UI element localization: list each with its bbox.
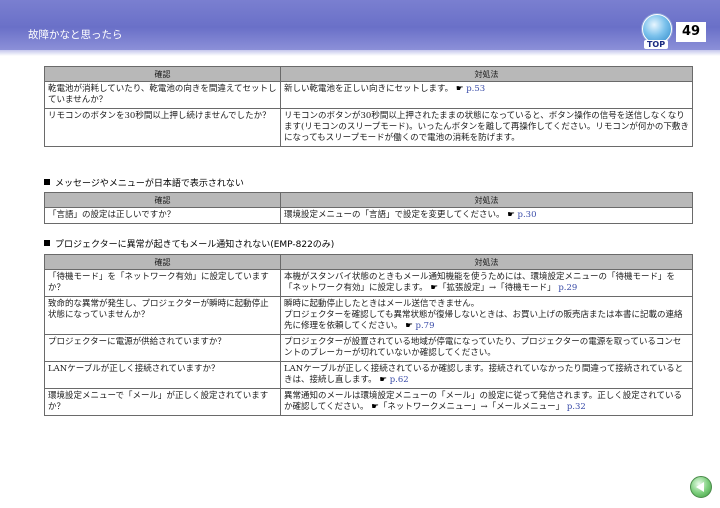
table-row: 環境設定メニューで「メール」が正しく設定されていますか？ 異常通知のメールは環境… bbox=[44, 388, 693, 416]
action-cell: 異常通知のメールは環境設定メニューの「メール」の設定に従って発信されます。正しく… bbox=[280, 388, 693, 416]
page-header bbox=[0, 0, 720, 50]
page-number: 49 bbox=[676, 22, 706, 42]
bullet-square-icon bbox=[44, 240, 50, 246]
action-cell: リモコンのボタンが30秒間以上押されたままの状態になっていると、ボタン操作の信号… bbox=[280, 108, 693, 147]
column-header-check: 確認 bbox=[44, 254, 281, 270]
table-header-row: 確認 対処法 bbox=[44, 192, 693, 208]
check-cell: 環境設定メニューで「メール」が正しく設定されていますか？ bbox=[44, 388, 281, 416]
section-heading-mail: プロジェクターに異常が起きてもメール通知されない(EMP-822のみ) bbox=[44, 237, 334, 250]
menu-path-text: 「ネットワークメニュー」→「メールメニュー」 bbox=[378, 402, 565, 412]
top-label: TOP bbox=[644, 40, 668, 49]
top-button[interactable]: TOP bbox=[640, 14, 672, 52]
table-row: リモコンのボタンを30秒間以上押し続けませんでしたか？ リモコンのボタンが30秒… bbox=[44, 108, 693, 147]
section-heading-language: メッセージやメニューが日本語で表示されない bbox=[44, 176, 244, 189]
table-row: 「待機モード」を「ネットワーク有効」に設定していますか？ 本機がスタンバイ状態の… bbox=[44, 269, 693, 297]
action-cell: 瞬時に起動停止したときはメール送信できません。 プロジェクターを確認しても異常状… bbox=[280, 296, 693, 335]
check-cell: 致命的な異常が発生し、プロジェクターが瞬時に起動停止状態になっていませんか？ bbox=[44, 296, 281, 335]
section-heading-text: プロジェクターに異常が起きてもメール通知されない(EMP-822のみ) bbox=[55, 240, 335, 250]
column-header-action: 対処法 bbox=[280, 66, 693, 82]
check-cell: リモコンのボタンを30秒間以上押し続けませんでしたか？ bbox=[44, 108, 281, 147]
header-fade bbox=[0, 50, 720, 56]
action-cell: プロジェクターが設置されている地域が停電になっていたり、プロジェクターの電源を取… bbox=[280, 334, 693, 362]
action-text: 瞬時に起動停止したときはメール送信できません。 bbox=[284, 299, 480, 309]
table-row: 乾電池が消耗していたり、乾電池の向きを間違えてセットしていませんか？ 新しい乾電… bbox=[44, 81, 693, 109]
check-cell: LANケーブルが正しく接続されていますか？ bbox=[44, 361, 281, 389]
page-reference-link[interactable]: p.30 bbox=[518, 210, 537, 220]
column-header-check: 確認 bbox=[44, 192, 281, 208]
column-header-check: 確認 bbox=[44, 66, 281, 82]
pointing-hand-icon: ☛ bbox=[430, 283, 438, 293]
troubleshoot-table-mail: 確認 対処法 「待機モード」を「ネットワーク有効」に設定していますか？ 本機がス… bbox=[44, 254, 693, 416]
back-arrow-icon[interactable] bbox=[690, 476, 712, 498]
check-cell: プロジェクターに電源が供給されていますか？ bbox=[44, 334, 281, 362]
action-text-2: プロジェクターを確認しても異常状態が復帰しないときは、お買い上げの販売店または本… bbox=[284, 310, 683, 331]
bullet-square-icon bbox=[44, 179, 50, 185]
troubleshoot-table-language: 確認 対処法 「言語」の設定は正しいですか？ 環境設定メニューの「言語」で設定を… bbox=[44, 192, 693, 224]
action-cell: LANケーブルが正しく接続されているか確認します。接続されていなかったり間違って… bbox=[280, 361, 693, 389]
page-reference-link[interactable]: p.32 bbox=[567, 402, 586, 412]
pointing-hand-icon: ☛ bbox=[405, 321, 413, 331]
action-text: 新しい乾電池を正しい向きにセットします。 bbox=[284, 84, 454, 94]
page-reference-link[interactable]: p.79 bbox=[416, 321, 435, 331]
menu-path-text: 「拡張設定」→「待機モード」 bbox=[437, 283, 556, 293]
column-header-action: 対処法 bbox=[280, 254, 693, 270]
action-text: 環境設定メニューの「言語」で設定を変更してください。 bbox=[284, 210, 505, 220]
pointing-hand-icon: ☛ bbox=[455, 84, 464, 94]
check-cell: 乾電池が消耗していたり、乾電池の向きを間違えてセットしていませんか？ bbox=[44, 81, 281, 109]
table-row: LANケーブルが正しく接続されていますか？ LANケーブルが正しく接続されている… bbox=[44, 361, 693, 389]
table-header-row: 確認 対処法 bbox=[44, 254, 693, 270]
page-reference-link[interactable]: p.53 bbox=[466, 84, 485, 94]
check-cell: 「言語」の設定は正しいですか？ bbox=[44, 207, 281, 224]
pointing-hand-icon: ☛ bbox=[371, 402, 379, 412]
section-heading-text: メッセージやメニューが日本語で表示されない bbox=[55, 179, 244, 189]
pointing-hand-icon: ☛ bbox=[507, 210, 515, 220]
check-cell: 「待機モード」を「ネットワーク有効」に設定していますか？ bbox=[44, 269, 281, 297]
action-cell: 本機がスタンバイ状態のときもメール通知機能を使うためには、環境設定メニューの「待… bbox=[280, 269, 693, 297]
table-row: プロジェクターに電源が供給されていますか？ プロジェクターが設置されている地域が… bbox=[44, 334, 693, 362]
page-reference-link[interactable]: p.29 bbox=[558, 283, 577, 293]
column-header-action: 対処法 bbox=[280, 192, 693, 208]
table-header-row: 確認 対処法 bbox=[44, 66, 693, 82]
table-row: 「言語」の設定は正しいですか？ 環境設定メニューの「言語」で設定を変更してくださ… bbox=[44, 207, 693, 224]
action-cell: 環境設定メニューの「言語」で設定を変更してください。 ☛ p.30 bbox=[280, 207, 693, 224]
troubleshoot-table-remote: 確認 対処法 乾電池が消耗していたり、乾電池の向きを間違えてセットしていませんか… bbox=[44, 66, 693, 147]
action-text: LANケーブルが正しく接続されているか確認します。接続されていなかったり間違って… bbox=[284, 364, 684, 385]
table-row: 致命的な異常が発生し、プロジェクターが瞬時に起動停止状態になっていませんか？ 瞬… bbox=[44, 296, 693, 335]
action-cell: 新しい乾電池を正しい向きにセットします。 ☛ p.53 bbox=[280, 81, 693, 109]
pointing-hand-icon: ☛ bbox=[379, 375, 387, 385]
section-title: 故障かなと思ったら bbox=[28, 29, 123, 41]
page-reference-link[interactable]: p.62 bbox=[390, 375, 409, 385]
